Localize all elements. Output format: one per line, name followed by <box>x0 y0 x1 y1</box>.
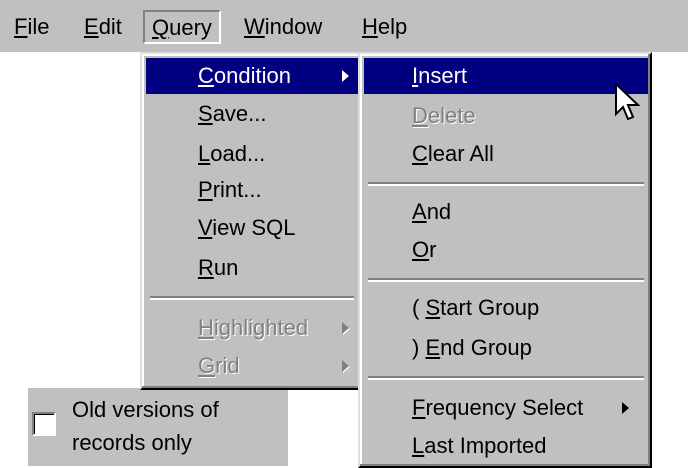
menu-item-insert[interactable]: Insert <box>364 58 648 94</box>
delete-label: elete <box>427 103 476 128</box>
menu-separator <box>368 182 644 186</box>
menu-edit-accelerator: E <box>84 14 99 39</box>
frequency-select-label: requency Select <box>425 395 584 420</box>
menu-item-frequency-select[interactable]: Frequency Select <box>364 390 648 426</box>
menu-item-last-imported[interactable]: Last Imported <box>364 428 648 464</box>
condition-accelerator: C <box>198 63 214 88</box>
menu-item-grid: Grid <box>146 348 358 384</box>
grid-accelerator: G <box>198 353 216 378</box>
menu-item-highlighted: Highlighted <box>146 310 358 346</box>
menu-item-delete: Delete <box>364 98 648 134</box>
menu-window[interactable]: Window <box>244 12 322 42</box>
end-group-label: nd Group <box>440 335 532 360</box>
view-sql-accelerator: V <box>198 215 213 240</box>
menu-window-accelerator: W <box>244 14 265 39</box>
highlighted-accelerator: H <box>198 315 214 340</box>
submenu-arrow-icon <box>342 360 349 372</box>
menu-item-end-group[interactable]: ) End Group <box>364 330 648 366</box>
and-accelerator: A <box>412 199 427 224</box>
submenu-arrow-icon <box>342 70 349 82</box>
menu-help-accelerator: H <box>362 14 378 39</box>
query-menu: Condition Save... Load... Print... View … <box>140 52 362 390</box>
or-label: r <box>429 237 437 262</box>
menu-item-view-sql[interactable]: View SQL <box>146 210 358 246</box>
last-imported-accelerator: L <box>412 433 425 458</box>
print-label: rint... <box>212 177 262 202</box>
print-accelerator: P <box>198 177 213 202</box>
menu-help-label: elp <box>377 14 408 39</box>
old-versions-checkbox[interactable] <box>32 412 56 436</box>
start-group-accelerator: S <box>425 295 441 320</box>
menu-item-load[interactable]: Load... <box>146 136 358 172</box>
menu-edit[interactable]: Edit <box>84 12 122 42</box>
frequency-select-accelerator: F <box>412 395 426 420</box>
menu-separator <box>368 278 644 282</box>
menu-item-or[interactable]: Or <box>364 232 648 268</box>
menu-item-clear-all[interactable]: Clear All <box>364 136 648 172</box>
clear-all-accelerator: C <box>412 141 428 166</box>
or-accelerator: O <box>412 237 430 262</box>
menu-file-label: ile <box>27 14 50 39</box>
submenu-arrow-icon <box>622 402 629 414</box>
condition-submenu: Insert Delete Clear All And Or ( Start G… <box>358 52 652 468</box>
and-label: nd <box>426 199 452 224</box>
view-sql-label: iew SQL <box>212 215 296 240</box>
checkbox-label-line2: records only <box>72 430 192 455</box>
menu-file[interactable]: File <box>14 12 49 42</box>
run-label: un <box>213 255 239 280</box>
checkbox-label-line1: Old versions of <box>72 397 219 422</box>
grid-label: rid <box>215 353 240 378</box>
menu-edit-label: dit <box>98 14 122 39</box>
submenu-arrow-icon <box>342 322 349 334</box>
condition-label: ondition <box>213 63 291 88</box>
menu-item-run[interactable]: Run <box>146 250 358 286</box>
start-group-label: tart Group <box>440 295 540 320</box>
old-versions-checkbox-panel: Old versions of records only <box>28 388 288 466</box>
menu-query-accelerator: Q <box>152 15 170 40</box>
end-group-accelerator: E <box>425 335 441 360</box>
menu-help[interactable]: Help <box>362 12 407 42</box>
menu-bar: File Edit Query Window Help <box>0 0 688 52</box>
menu-item-and[interactable]: And <box>364 194 648 230</box>
menu-window-label: indow <box>264 14 323 39</box>
menu-item-condition[interactable]: Condition <box>146 58 358 94</box>
clear-all-label: lear All <box>427 141 494 166</box>
menu-separator <box>368 376 644 380</box>
menu-item-save[interactable]: Save... <box>146 96 358 132</box>
menu-query[interactable]: Query <box>143 10 221 44</box>
menu-item-print[interactable]: Print... <box>146 172 358 208</box>
run-accelerator: R <box>198 255 214 280</box>
mouse-pointer-icon <box>615 82 640 121</box>
end-group-prefix: ) <box>412 335 426 360</box>
load-label: oad... <box>210 141 266 166</box>
insert-label: nsert <box>418 63 468 88</box>
menu-query-label: uery <box>169 15 212 40</box>
save-accelerator: S <box>198 101 213 126</box>
save-label: ave... <box>212 101 267 126</box>
last-imported-label: ast Imported <box>424 433 547 458</box>
delete-accelerator: D <box>412 103 428 128</box>
menu-item-start-group[interactable]: ( Start Group <box>364 290 648 326</box>
menu-file-accelerator: F <box>14 14 28 39</box>
start-group-prefix: ( <box>412 295 426 320</box>
load-accelerator: L <box>198 141 211 166</box>
highlighted-label: ighlighted <box>213 315 309 340</box>
menu-separator <box>150 296 354 300</box>
